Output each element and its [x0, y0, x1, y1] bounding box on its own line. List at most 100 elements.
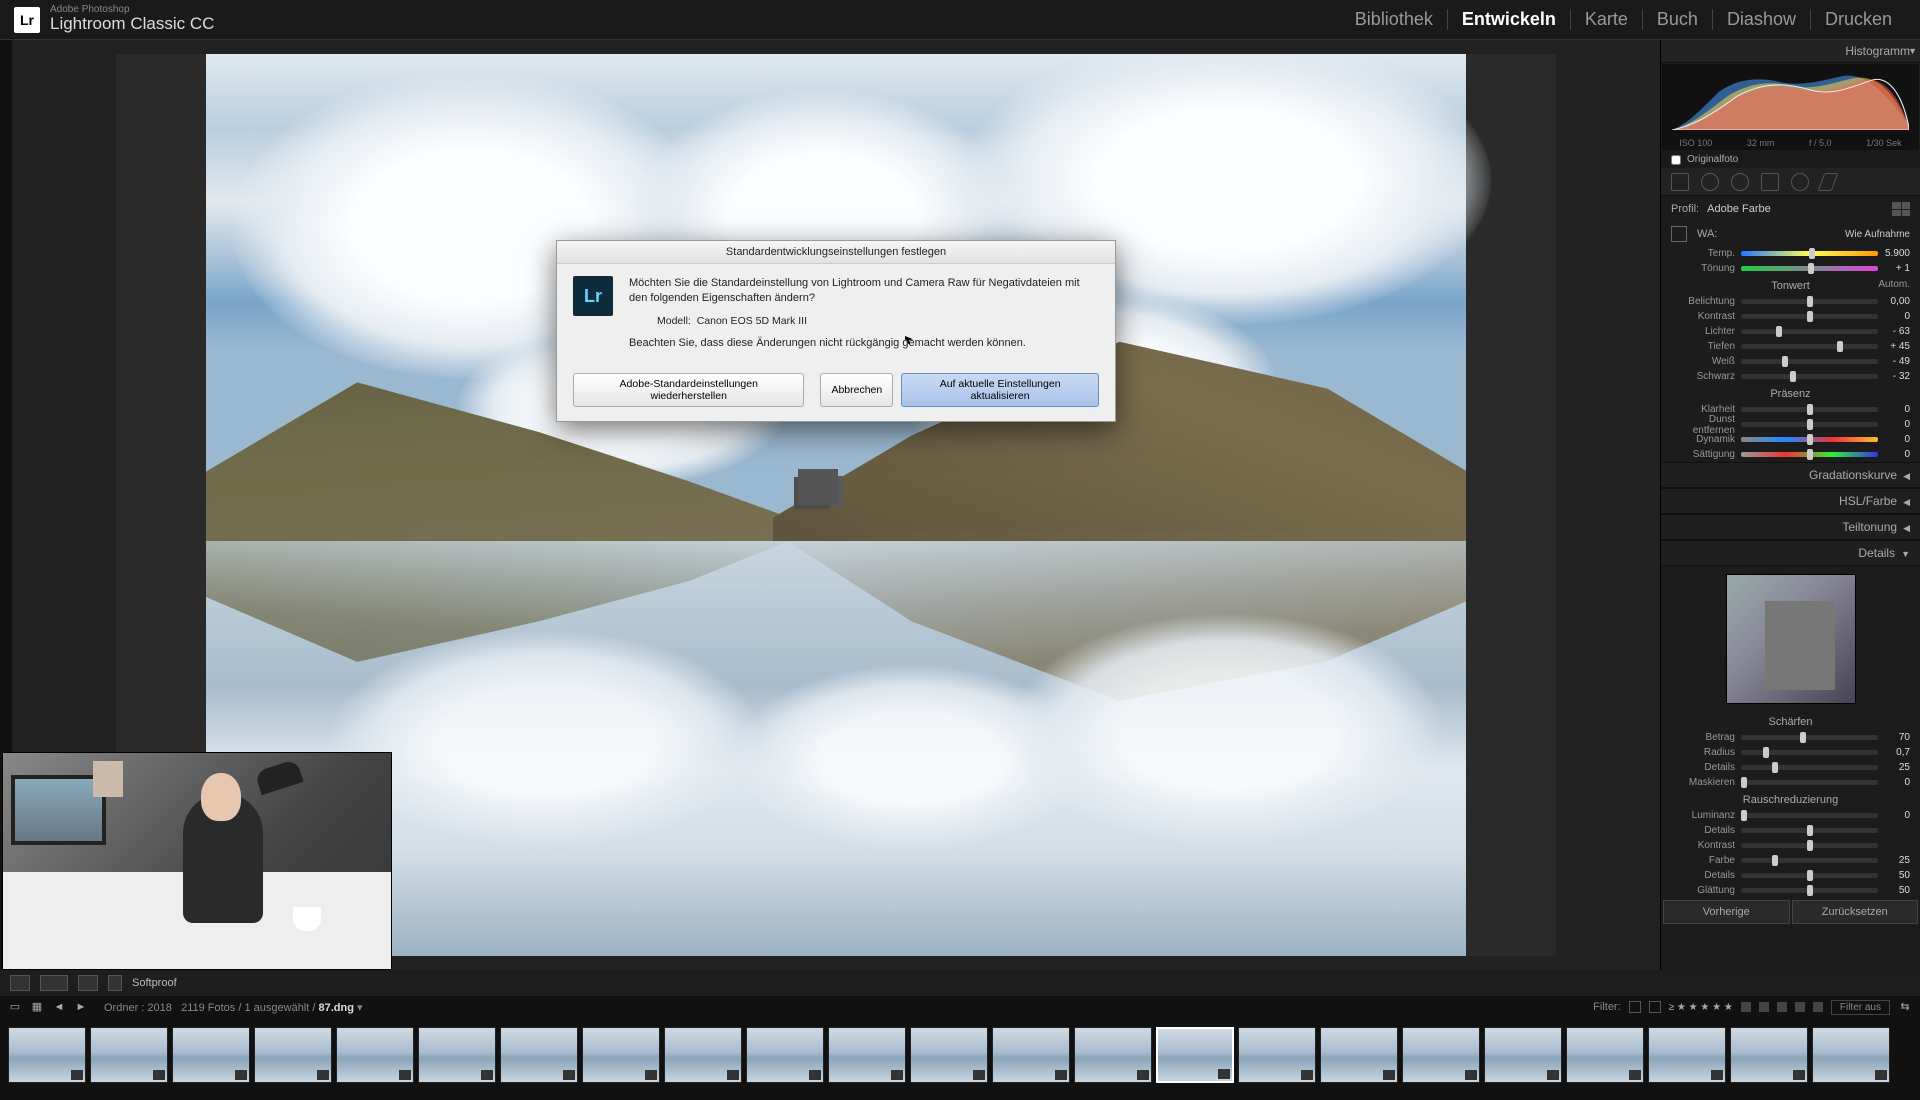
module-buch[interactable]: Buch [1643, 9, 1713, 30]
nav-fwd-icon[interactable]: ► [74, 1000, 88, 1014]
slider-track[interactable] [1741, 251, 1878, 256]
slider-tiefen[interactable]: Tiefen+ 45 [1661, 339, 1920, 354]
slider-kontrast[interactable]: Kontrast [1661, 838, 1920, 853]
panel-teiltonung[interactable]: Teiltonung◀ [1661, 514, 1920, 540]
slider-track[interactable] [1741, 750, 1878, 755]
folder-path[interactable]: Ordner : 2018 2119 Fotos / 1 ausgewählt … [104, 1001, 363, 1014]
color-filter-blue[interactable] [1795, 1002, 1805, 1012]
histogram-header[interactable]: Histogramm▼ [1661, 40, 1920, 63]
slider-schwarz[interactable]: Schwarz- 32 [1661, 369, 1920, 384]
filmstrip-thumb[interactable] [1730, 1027, 1808, 1083]
detail-preview[interactable] [1726, 574, 1856, 704]
slider-betrag[interactable]: Betrag70 [1661, 730, 1920, 745]
filmstrip-thumb[interactable] [8, 1027, 86, 1083]
filmstrip-thumb[interactable] [500, 1027, 578, 1083]
crop-tool-icon[interactable] [1671, 173, 1689, 191]
slider-thumb[interactable] [1741, 777, 1747, 788]
panel-hsl-farbe[interactable]: HSL/Farbe◀ [1661, 488, 1920, 514]
slider-track[interactable] [1741, 813, 1878, 818]
slider-thumb[interactable] [1809, 248, 1815, 259]
cancel-button[interactable]: Abbrechen [820, 373, 893, 407]
filmstrip-thumb[interactable] [254, 1027, 332, 1083]
auto-tone-button[interactable]: Autom. [1878, 279, 1910, 290]
filmstrip-thumb[interactable] [1648, 1027, 1726, 1083]
slider-track[interactable] [1741, 407, 1878, 412]
slider-kontrast[interactable]: Kontrast0 [1661, 309, 1920, 324]
slider-track[interactable] [1741, 437, 1878, 442]
softproof-label[interactable]: Softproof [132, 977, 177, 989]
slider-thumb[interactable] [1782, 356, 1788, 367]
module-bibliothek[interactable]: Bibliothek [1341, 9, 1448, 30]
filmstrip-thumb[interactable] [1156, 1027, 1234, 1083]
filmstrip-thumb[interactable] [1402, 1027, 1480, 1083]
slider-track[interactable] [1741, 374, 1878, 379]
slider-s-ttigung[interactable]: Sättigung0 [1661, 447, 1920, 462]
slider-track[interactable] [1741, 780, 1878, 785]
spot-tool-icon[interactable] [1701, 173, 1719, 191]
reset-button[interactable]: Zurücksetzen [1792, 900, 1919, 924]
flag-filter-icon[interactable] [1629, 1001, 1641, 1013]
color-filter-red[interactable] [1741, 1002, 1751, 1012]
slider-track[interactable] [1741, 873, 1878, 878]
slider-lichter[interactable]: Lichter- 63 [1661, 324, 1920, 339]
filmstrip[interactable] [0, 1018, 1920, 1100]
before-after-icon[interactable] [40, 975, 68, 991]
redeye-tool-icon[interactable] [1731, 173, 1749, 191]
filmstrip-thumb[interactable] [1074, 1027, 1152, 1083]
slider-thumb[interactable] [1772, 855, 1778, 866]
slider-thumb[interactable] [1800, 732, 1806, 743]
wb-mode-dropdown[interactable]: Wie Aufnahme [1845, 229, 1910, 240]
filmstrip-thumb[interactable] [1812, 1027, 1890, 1083]
slider-track[interactable] [1741, 314, 1878, 319]
details-header[interactable]: Details▼ [1661, 540, 1920, 566]
panel-gradationskurve[interactable]: Gradationskurve◀ [1661, 462, 1920, 488]
module-entwickeln[interactable]: Entwickeln [1448, 9, 1571, 30]
slider-track[interactable] [1741, 888, 1878, 893]
slider-track[interactable] [1741, 735, 1878, 740]
slider-dynamik[interactable]: Dynamik0 [1661, 432, 1920, 447]
filmstrip-thumb[interactable] [418, 1027, 496, 1083]
toggle-icon[interactable] [108, 975, 122, 991]
filmstrip-thumb[interactable] [172, 1027, 250, 1083]
slider-thumb[interactable] [1807, 840, 1813, 851]
module-drucken[interactable]: Drucken [1811, 9, 1906, 30]
color-filter-purple[interactable] [1813, 1002, 1823, 1012]
gradient-tool-icon[interactable] [1761, 173, 1779, 191]
slider-thumb[interactable] [1807, 870, 1813, 881]
filmstrip-thumb[interactable] [828, 1027, 906, 1083]
wb-picker-icon[interactable] [1671, 226, 1687, 242]
slider-belichtung[interactable]: Belichtung0,00 [1661, 294, 1920, 309]
filmstrip-thumb[interactable] [746, 1027, 824, 1083]
filter-preset-dropdown[interactable]: Filter aus [1831, 1000, 1890, 1015]
slider-track[interactable] [1741, 843, 1878, 848]
previous-button[interactable]: Vorherige [1663, 900, 1790, 924]
filmstrip-thumb[interactable] [992, 1027, 1070, 1083]
slider-wei-[interactable]: Weiß- 49 [1661, 354, 1920, 369]
slider-track[interactable] [1741, 422, 1878, 427]
restore-defaults-button[interactable]: Adobe-Standardeinstellungen wiederherste… [573, 373, 804, 407]
slider-thumb[interactable] [1807, 449, 1813, 460]
brush-tool-icon[interactable] [1818, 173, 1839, 191]
filmstrip-thumb[interactable] [336, 1027, 414, 1083]
slider-thumb[interactable] [1772, 762, 1778, 773]
slider-thumb[interactable] [1807, 434, 1813, 445]
module-diashow[interactable]: Diashow [1713, 9, 1811, 30]
slider-track[interactable] [1741, 266, 1878, 271]
original-checkbox[interactable] [1671, 155, 1681, 165]
filmstrip-thumb[interactable] [90, 1027, 168, 1083]
color-filter-green[interactable] [1777, 1002, 1787, 1012]
slider-track[interactable] [1741, 359, 1878, 364]
slider-thumb[interactable] [1837, 341, 1843, 352]
slider-t-nung[interactable]: Tönung+ 1 [1661, 261, 1920, 276]
slider-thumb[interactable] [1807, 296, 1813, 307]
slider-thumb[interactable] [1776, 326, 1782, 337]
filter-lock-icon[interactable]: ⇆ [1898, 1000, 1912, 1014]
filmstrip-thumb[interactable] [1484, 1027, 1562, 1083]
slider-farbe[interactable]: Farbe25 [1661, 853, 1920, 868]
slider-thumb[interactable] [1808, 263, 1814, 274]
slider-radius[interactable]: Radius0,7 [1661, 745, 1920, 760]
slider-details[interactable]: Details [1661, 823, 1920, 838]
filmstrip-thumb[interactable] [1320, 1027, 1398, 1083]
flag-reject-icon[interactable] [1649, 1001, 1661, 1013]
slider-track[interactable] [1741, 344, 1878, 349]
